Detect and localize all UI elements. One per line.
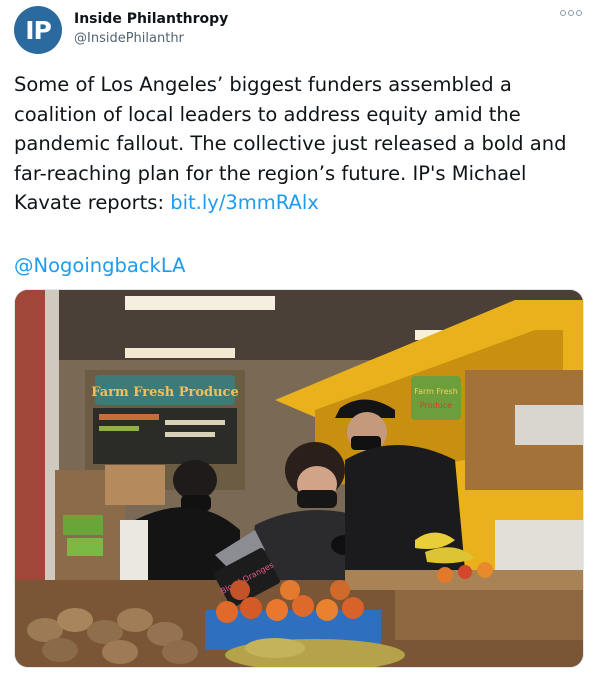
right-sign-text-2: Produce (420, 401, 452, 410)
avatar-initials: IP (25, 15, 52, 45)
more-dot (560, 10, 566, 16)
right-sign-text-1: Farm Fresh (414, 387, 458, 396)
tweet-text-line: Kavate reports: (14, 191, 171, 214)
farm-fresh-sign: Farm Fresh Produce (91, 385, 239, 400)
display-name[interactable]: Inside Philanthropy (74, 11, 228, 27)
tweet-text-line: Some of Los Angeles’ biggest funders ass… (14, 73, 512, 96)
tweet-link[interactable]: bit.ly/3mmRAlx (170, 191, 319, 214)
tweet-text-line: pandemic fallout. The collective just re… (14, 132, 567, 155)
tweet-text-line: far-reaching plan for the region’s futur… (14, 161, 527, 185)
tweet-photo[interactable]: Farm Fresh Produce Farm Fresh Produce Bl… (14, 289, 584, 668)
more-options-icon[interactable] (560, 10, 582, 16)
mention-link[interactable]: @NogoingbackLA (14, 251, 185, 280)
more-dot (568, 10, 574, 16)
tweet-text-line: coalition of local leaders to address eq… (14, 102, 521, 126)
user-handle[interactable]: @InsidePhilanthr (74, 31, 184, 46)
tweet-card: IP Inside Philanthropy @InsidePhilanthr … (0, 0, 596, 675)
more-dot (576, 10, 582, 16)
avatar[interactable]: IP (14, 6, 62, 54)
produce-stand-illustration: Farm Fresh Produce Farm Fresh Produce Bl… (15, 290, 583, 667)
tweet-text: Some of Los Angeles’ biggest funders ass… (14, 70, 586, 218)
